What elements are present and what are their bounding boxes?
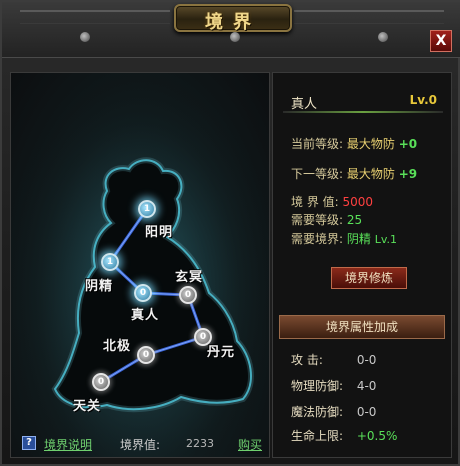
current-level-label: 当前等级: [291,137,344,151]
bonus-header: 境界属性加成 [279,315,445,339]
next-level-label: 下一等级: [291,167,344,181]
realm-node-label-tianguan: 天关 [73,399,102,414]
realm-node-label-xuanming: 玄冥 [175,270,204,285]
rivet-icon [80,32,90,42]
meditating-figure-silhouette [11,73,269,457]
realm-detail-panel: 真人 Lv.0 当前等级: 最大物防 +0 下一等级: 最大物防 +9 境 界 … [272,72,452,458]
realm-node-label-zhenren: 真人 [131,308,160,323]
realm-value-label: 境界值: [120,438,161,452]
required-level-row: 需要等级: 25 [291,211,362,228]
realm-map: 1 阳明 1 阴精 0 真人 0 玄冥 0 丹元 0 北极 0 天关 [10,72,270,458]
title-ornament-right [294,10,444,24]
stat-label: 攻 击: [291,353,323,367]
realm-level: Lv.0 [409,93,437,107]
realm-node-zhenren[interactable]: 0 [134,284,152,302]
realm-node-xuanming[interactable]: 0 [179,286,197,304]
realm-cost-value: 5000 [342,195,374,209]
realm-cost-label: 境 界 值: [291,195,339,209]
realm-node-label-danyuan: 丹元 [207,345,236,360]
realm-node-tianguan[interactable]: 0 [92,373,110,391]
realm-node-label-beiji: 北极 [103,339,132,354]
realm-help-link[interactable]: 境界说明 [44,436,92,453]
next-level-row: 下一等级: 最大物防 +9 [291,165,417,182]
title-plaque: 境界 [174,4,292,33]
current-level-row: 当前等级: 最大物防 +0 [291,135,417,152]
realm-node-label-yinjing: 阴精 [85,279,114,294]
title-bar: 境界 [2,2,460,58]
realm-node-yinjing[interactable]: 1 [101,253,119,271]
realm-node-label-yangming: 阳明 [145,225,174,240]
realm-node-yangming[interactable]: 1 [138,200,156,218]
stat-physical-defense: 物理防御: 4-0 [291,377,376,394]
rivet-icon [230,32,240,42]
stat-value: 0-0 [356,405,377,419]
cultivate-button[interactable]: 境界修炼 [331,267,407,289]
window-title: 境界 [205,12,261,33]
required-realm-label: 需要境界: [291,232,344,246]
required-realm-row: 需要境界: 阴精 Lv.1 [291,230,397,247]
buy-link[interactable]: 购买 [238,436,262,453]
realm-name: 真人 [291,97,318,112]
realm-footer: ? 境界说明 境界值: 2233 购买 [10,432,270,456]
stat-value: 4-0 [356,379,377,393]
current-level-value: +0 [398,137,418,151]
realm-value: 2233 [186,437,214,450]
stat-max-hp: 生命上限: +0.5% [291,427,397,444]
close-button[interactable]: X [430,30,452,52]
stat-label: 物理防御: [291,379,344,393]
current-level-attr: 最大物防 [346,137,395,151]
required-realm-level: Lv.1 [374,233,397,246]
next-level-attr: 最大物防 [346,167,395,181]
realm-cost-row: 境 界 值: 5000 [291,193,373,210]
stat-label: 生命上限: [291,429,344,443]
stat-label: 魔法防御: [291,405,344,419]
required-level-value: 25 [346,213,363,227]
realm-node-beiji[interactable]: 0 [137,346,155,364]
next-level-value: +9 [398,167,418,181]
divider [283,111,443,113]
required-level-label: 需要等级: [291,213,344,227]
stat-value: +0.5% [356,429,398,443]
realm-window: 境界 X 1 阳明 1 阴精 0 真人 0 玄冥 0 丹元 0 北极 0 天关 … [0,0,460,466]
help-icon[interactable]: ? [22,436,36,450]
title-ornament-left [20,10,170,24]
required-realm-value: 阴精 [346,232,371,246]
stat-attack: 攻 击: 0-0 [291,351,376,368]
rivet-icon [378,32,388,42]
stat-value: 0-0 [356,353,377,367]
stat-magic-defense: 魔法防御: 0-0 [291,403,376,420]
